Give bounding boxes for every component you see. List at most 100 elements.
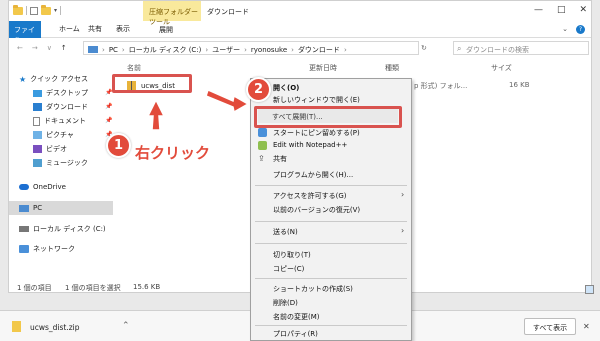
menu-item-send-to[interactable]: 送る(N): [273, 227, 298, 237]
address-bar[interactable]: › PC › ローカル ディスク (C:) › ユーザー › ryonosuke…: [83, 41, 419, 55]
toolbar-divider: [26, 6, 27, 15]
breadcrumb-pc[interactable]: PC: [109, 46, 118, 54]
sidebar-item-label: ドキュメント: [44, 117, 86, 125]
download-file-name[interactable]: ucws_dist.zip: [30, 323, 80, 332]
tab-file[interactable]: ファイル: [9, 21, 41, 44]
breadcrumb-users[interactable]: ユーザー: [212, 45, 240, 55]
recent-locations-icon[interactable]: ∨: [47, 44, 52, 52]
pin-icon: 📌: [105, 103, 113, 110]
forward-button[interactable]: →: [32, 44, 38, 52]
tab-extract[interactable]: 展開: [159, 25, 173, 35]
notepad-icon: [258, 141, 267, 150]
star-icon: ★: [19, 74, 27, 84]
refresh-icon[interactable]: ↻: [421, 44, 427, 52]
download-folder-icon: [33, 103, 42, 111]
search-placeholder: ダウンロードの検索: [466, 46, 529, 54]
address-row: ← → ∨ ↑ › PC › ローカル ディスク (C:) › ユーザー › r…: [9, 39, 591, 58]
breadcrumb-downloads[interactable]: ダウンロード: [298, 45, 340, 55]
sidebar-item-downloads[interactable]: ダウンロード: [33, 101, 88, 113]
sidebar-item-label: ビデオ: [46, 145, 67, 153]
quick-access-toolbar: ▾: [13, 4, 62, 15]
menu-item-pin-start[interactable]: スタートにピン留めする(P): [273, 128, 360, 138]
breadcrumb-user[interactable]: ryonosuke: [251, 46, 287, 54]
sidebar-item-music[interactable]: ミュージック: [33, 157, 88, 169]
maximize-button[interactable]: □: [557, 5, 566, 15]
menu-item-notepad[interactable]: Edit with Notepad++: [273, 141, 347, 149]
status-size: 15.6 KB: [133, 283, 161, 291]
menu-divider: [255, 243, 407, 244]
chevron-right-icon: ›: [205, 45, 209, 54]
column-header-modified[interactable]: 更新日時: [309, 63, 337, 75]
column-header-type[interactable]: 種類: [385, 63, 399, 75]
sidebar-item-local-disk[interactable]: ローカル ディスク (C:): [19, 223, 106, 235]
pc-icon: [19, 204, 29, 212]
column-header-size[interactable]: サイズ: [491, 63, 512, 75]
menu-item-give-access[interactable]: アクセスを許可する(G): [273, 191, 347, 201]
help-icon[interactable]: ?: [576, 25, 585, 34]
tab-share[interactable]: 共有: [88, 24, 102, 34]
status-selected: 1 個の項目を選択: [65, 284, 121, 292]
menu-item-delete[interactable]: 削除(D): [273, 298, 298, 308]
sidebar-item-label: ミュージック: [46, 159, 88, 167]
chevron-right-icon: ›: [401, 190, 405, 199]
file-type: p 形式) フォル...: [414, 82, 468, 90]
menu-item-copy[interactable]: コピー(C): [273, 264, 304, 274]
menu-item-open[interactable]: 開く(O): [273, 83, 299, 93]
zip-file-icon: [12, 321, 21, 332]
chevron-right-icon: ›: [401, 226, 405, 235]
menu-item-share[interactable]: 共有: [273, 154, 287, 164]
sidebar-item-label: ピクチャ: [46, 131, 74, 139]
navigation-pane: ★ クイック アクセス デスクトップ 📌 ダウンロード 📌 ドキュメント 📌 ピ…: [9, 63, 113, 281]
breadcrumb-local-disk[interactable]: ローカル ディスク (C:): [129, 45, 202, 55]
sidebar-item-pictures[interactable]: ピクチャ: [33, 129, 74, 141]
menu-item-properties[interactable]: プロパティ(R): [273, 329, 318, 339]
show-all-button[interactable]: すべて表示: [524, 318, 576, 335]
music-icon: [33, 159, 42, 167]
search-icon: ⌕: [457, 44, 462, 53]
file-size: 16 KB: [509, 81, 530, 89]
window-title: ダウンロード: [207, 8, 249, 16]
sidebar-item-pc[interactable]: PC: [9, 201, 113, 215]
menu-item-open-new-window[interactable]: 新しいウィンドウで開く(E): [273, 95, 360, 105]
pictures-icon: [33, 131, 42, 139]
sidebar-item-desktop[interactable]: デスクトップ: [33, 87, 88, 99]
tab-view[interactable]: 表示: [116, 24, 130, 34]
search-input[interactable]: ⌕ ダウンロードの検索: [453, 41, 589, 55]
sidebar-item-network[interactable]: ネットワーク: [19, 243, 75, 255]
new-folder-icon[interactable]: [41, 4, 51, 15]
close-button[interactable]: ✕: [579, 5, 587, 15]
chevron-right-icon: ›: [343, 45, 347, 54]
menu-divider: [255, 278, 407, 279]
large-icons-view-icon[interactable]: [585, 285, 594, 294]
properties-icon[interactable]: [30, 6, 38, 15]
sidebar-item-quick-access[interactable]: ★ クイック アクセス: [19, 73, 88, 85]
sidebar-item-onedrive[interactable]: OneDrive: [19, 181, 66, 193]
chevron-up-icon[interactable]: ⌃: [122, 321, 130, 331]
customize-toolbar-icon[interactable]: ▾: [54, 7, 57, 14]
back-button[interactable]: ←: [17, 44, 23, 52]
desktop-icon: [33, 89, 42, 97]
menu-item-open-with[interactable]: プログラムから開く(H)...: [273, 170, 353, 180]
sidebar-item-documents[interactable]: ドキュメント: [33, 115, 86, 127]
tab-home[interactable]: ホーム: [59, 24, 80, 34]
pin-icon: 📌: [105, 117, 113, 124]
menu-item-rename[interactable]: 名前の変更(M): [273, 312, 320, 322]
close-icon[interactable]: ✕: [583, 322, 590, 331]
sidebar-item-videos[interactable]: ビデオ: [33, 143, 67, 155]
minimize-button[interactable]: —: [534, 5, 543, 15]
ribbon-right: ⌄ ?: [562, 25, 585, 34]
up-button[interactable]: ↑: [61, 44, 67, 52]
window-controls: — □ ✕: [534, 5, 587, 15]
expand-ribbon-icon[interactable]: ⌄: [562, 25, 568, 34]
menu-divider: [255, 325, 407, 326]
menu-item-restore-versions[interactable]: 以前のバージョンの復元(V): [273, 205, 360, 215]
extract-all-highlight-frame: [254, 106, 402, 128]
share-icon: ⇪: [258, 154, 265, 163]
compressed-folder-tools-tab[interactable]: 圧縮フォルダー ツール: [143, 1, 201, 26]
menu-item-create-shortcut[interactable]: ショートカットの作成(S): [273, 284, 353, 294]
sidebar-item-label: クイック アクセス: [30, 75, 89, 83]
menu-item-cut[interactable]: 切り取り(T): [273, 250, 311, 260]
file-highlight-frame: [112, 74, 192, 93]
right-click-callout: 右クリック: [135, 144, 211, 162]
folder-icon: [13, 4, 23, 15]
